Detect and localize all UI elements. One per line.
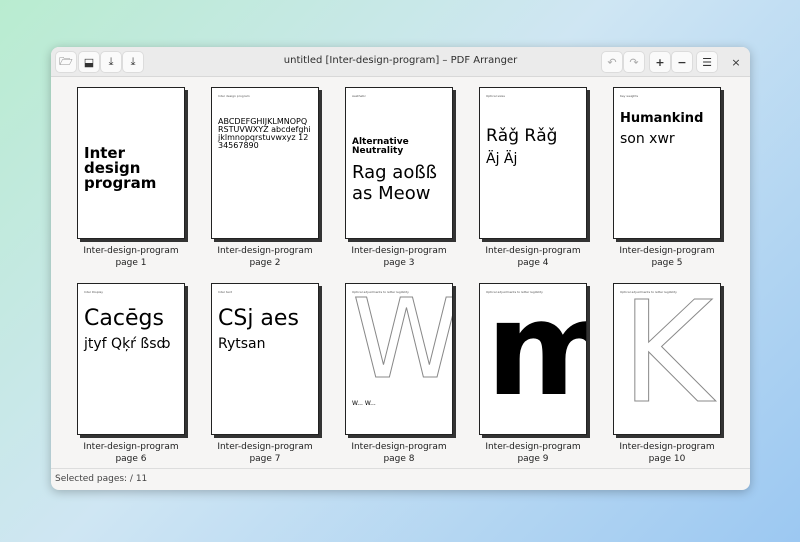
page-file-name: Inter-design-program [83, 442, 179, 452]
page-caption: Inter-design-program page 4 [466, 245, 600, 269]
page-number: page 7 [249, 454, 281, 464]
page-thumbnail[interactable]: Inter design program ABCDEFGHIJKLMNOPQRST… [211, 87, 319, 239]
page-thumbnail[interactable]: Optical adjustments to letter legibility… [479, 283, 587, 435]
page-caption: Inter-design-program page 10 [600, 441, 734, 465]
page-caption: Inter-design-program page 2 [198, 245, 332, 269]
page-grid: Inter design program Inter-design-program… [51, 78, 750, 468]
selected-pages-status: Selected pages: / 11 [55, 474, 148, 484]
page-number: page 6 [115, 454, 147, 464]
zoom-in-icon[interactable]: + [649, 51, 671, 73]
page-file-name: Inter-design-program [351, 442, 447, 452]
page-main-text: CSj aes [218, 306, 299, 331]
page-heading: Key weights [620, 94, 639, 98]
page-number: page 8 [383, 454, 415, 464]
page-caption: Inter-design-program page 9 [466, 441, 600, 465]
page-file-name: Inter-design-program [217, 246, 313, 256]
page-file-name: Inter-design-program [217, 442, 313, 452]
page-number: page 3 [383, 258, 415, 268]
page-number: page 1 [115, 258, 147, 268]
page-extra-text: Rytsan [218, 336, 266, 352]
page-main-text: Alternative Neutrality [352, 137, 409, 156]
page-extra-text: son xwr [620, 131, 675, 147]
page-number: page 2 [249, 258, 281, 268]
page-main-text: K [621, 283, 714, 435]
page-heading: Aesthetic [352, 94, 366, 98]
status-bar: Selected pages: / 11 [51, 468, 750, 490]
page-main-text: ABCDEFGHIJKLMNOPQRSTUVWXYZ abcdefghijklm… [218, 117, 311, 150]
page-file-name: Inter-design-program [351, 246, 447, 256]
page-heading: Optical sizes [486, 94, 505, 98]
page-thumbnail[interactable]: Inter text CSj aes Rytsan [211, 283, 319, 435]
page-file-name: Inter-design-program [485, 246, 581, 256]
page-heading: Inter text [218, 290, 232, 294]
page-number: page 4 [517, 258, 549, 268]
page-caption: Inter-design-program page 8 [332, 441, 466, 465]
page-main-text: Humankind [620, 111, 704, 126]
page-extra-text: Rag aoßß as Meow [352, 162, 438, 204]
page-main-text: m [486, 284, 586, 414]
page-thumbnail[interactable]: Inter Display Cacēgs jtyf Qķŕ ßsȸ [77, 283, 185, 435]
page-main-text: Inter design program [84, 144, 157, 192]
app-window: 🗁 ⬓ ⤓ ⤓ untitled [Inter-design-program] … [51, 47, 750, 490]
page-heading: Inter Display [84, 290, 104, 294]
redo-icon[interactable]: ↷ [623, 51, 645, 73]
page-main-text: Rǎǧ Rǎǧ [486, 126, 558, 146]
page-main-text: W [352, 283, 453, 403]
page-heading: Inter design program [218, 94, 250, 98]
page-number: page 9 [517, 454, 549, 464]
page-number: page 5 [651, 258, 683, 268]
page-caption: Inter-design-program page 5 [600, 245, 734, 269]
page-caption: Inter-design-program page 1 [64, 245, 198, 269]
undo-icon[interactable]: ↶ [601, 51, 623, 73]
zoom-out-icon[interactable]: − [671, 51, 693, 73]
page-main-text: Cacēgs [84, 306, 164, 331]
page-thumbnail[interactable]: Optical adjustments to letter legibility… [345, 283, 453, 435]
close-icon[interactable]: × [725, 51, 747, 73]
page-thumbnail[interactable]: Optical sizes Rǎǧ Rǎǧ Äj Äj [479, 87, 587, 239]
header-bar: 🗁 ⬓ ⤓ ⤓ untitled [Inter-design-program] … [51, 47, 750, 77]
window-title: untitled [Inter-design-program] – PDF Ar… [283, 55, 518, 66]
page-file-name: Inter-design-program [485, 442, 581, 452]
page-number: page 10 [648, 454, 686, 464]
menu-icon[interactable]: ☰ [696, 51, 718, 73]
page-caption: Inter-design-program page 3 [332, 245, 466, 269]
page-file-name: Inter-design-program [619, 246, 715, 256]
page-extra-text: jtyf Qķŕ ßsȸ [84, 336, 171, 352]
page-thumbnail[interactable]: Inter design program [77, 87, 185, 239]
page-file-name: Inter-design-program [83, 246, 179, 256]
page-extra-text: Äj Äj [486, 151, 518, 167]
page-thumbnail[interactable]: Key weights Humankind son xwr [613, 87, 721, 239]
page-thumbnail[interactable]: Optical adjustments to letter legibility… [613, 283, 721, 435]
page-file-name: Inter-design-program [619, 442, 715, 452]
page-caption: Inter-design-program page 6 [64, 441, 198, 465]
page-thumbnail[interactable]: Aesthetic Alternative Neutrality Rag aoßß … [345, 87, 453, 239]
page-caption: Inter-design-program page 7 [198, 441, 332, 465]
